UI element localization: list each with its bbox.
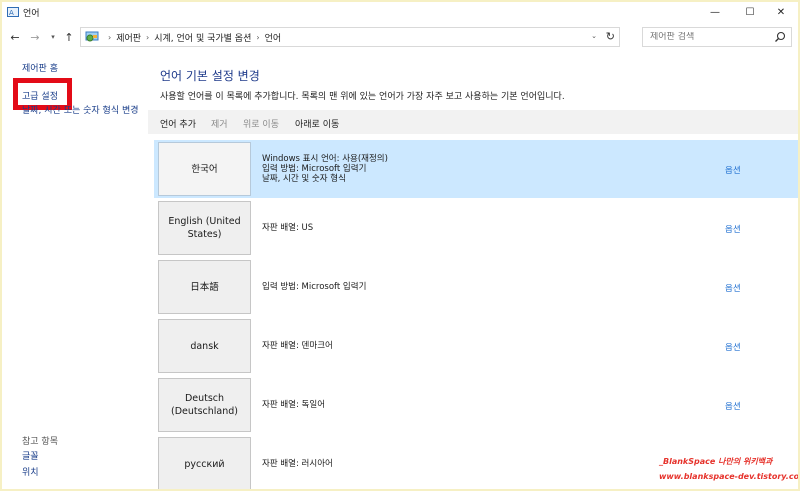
fonts-link[interactable]: 글꼴 bbox=[22, 449, 39, 462]
language-detail-line: 자판 배열: 러시아어 bbox=[262, 459, 333, 469]
language-tile[interactable]: 日本語 bbox=[158, 260, 251, 314]
language-detail-line: 자판 배열: 덴마크어 bbox=[262, 341, 333, 351]
main-pane: 언어 기본 설정 변경 사용할 언어를 이 목록에 추가합니다. 목록의 맨 위… bbox=[148, 52, 798, 489]
breadcrumb-language[interactable]: 언어 bbox=[265, 31, 282, 44]
language-list: 한국어 Windows 표시 언어: 사용(재정의) 입력 방법: Micros… bbox=[148, 138, 798, 489]
close-button[interactable]: ✕ bbox=[764, 2, 798, 22]
language-tile[interactable]: English (United States) bbox=[158, 201, 251, 255]
language-app-icon: A bbox=[7, 7, 19, 17]
navigation-bar: ← → ▾ ↑ › 제어판 › 시계, 언어 및 국가별 옵션 › 언어 ⌄ ↻ bbox=[2, 26, 798, 48]
language-options-link[interactable]: 옵션 bbox=[725, 164, 741, 176]
language-row-german[interactable]: Deutsch (Deutschland) 자판 배열: 독일어 옵션 bbox=[154, 376, 798, 434]
up-level-button[interactable]: ↑ bbox=[62, 29, 76, 45]
language-options-link[interactable]: 옵션 bbox=[725, 400, 741, 412]
language-details: 자판 배열: 독일어 bbox=[262, 400, 325, 410]
control-panel-icon bbox=[85, 31, 99, 42]
language-detail-line: Windows 표시 언어: 사용(재정의) bbox=[262, 154, 388, 164]
left-pane: 제어판 홈 고급 설정 날짜, 시간 또는 숫자 형식 변경 참고 항목 글꼴 … bbox=[2, 52, 148, 489]
minimize-button[interactable]: — bbox=[698, 2, 732, 22]
language-row-japanese[interactable]: 日本語 입력 방법: Microsoft 입력기 옵션 bbox=[154, 258, 798, 316]
breadcrumb-separator: › bbox=[256, 32, 260, 42]
breadcrumb-clock-language-region[interactable]: 시계, 언어 및 국가별 옵션 bbox=[154, 31, 251, 44]
language-row-danish[interactable]: dansk 자판 배열: 덴마크어 옵션 bbox=[154, 317, 798, 375]
move-down-button[interactable]: 아래로 이동 bbox=[295, 117, 339, 130]
location-link[interactable]: 위치 bbox=[22, 465, 39, 478]
search-box bbox=[642, 27, 792, 47]
breadcrumb-separator: › bbox=[146, 32, 150, 42]
language-detail-line: 입력 방법: Microsoft 입력기 bbox=[262, 282, 367, 292]
see-also-heading: 참고 항목 bbox=[22, 437, 58, 447]
language-detail-line: 날짜, 시간 및 숫자 형식 bbox=[262, 174, 346, 184]
forward-button[interactable]: → bbox=[28, 29, 42, 45]
language-details: 자판 배열: 덴마크어 bbox=[262, 341, 333, 351]
language-tile[interactable]: 한국어 bbox=[158, 142, 251, 196]
control-panel-home-link[interactable]: 제어판 홈 bbox=[22, 61, 58, 74]
address-bar[interactable]: › 제어판 › 시계, 언어 및 국가별 옵션 › 언어 ⌄ ↻ bbox=[80, 27, 620, 47]
language-tile[interactable]: Deutsch (Deutschland) bbox=[158, 378, 251, 432]
language-options-link[interactable]: 옵션 bbox=[725, 341, 741, 353]
breadcrumb-control-panel[interactable]: 제어판 bbox=[116, 31, 141, 44]
language-detail-line: 입력 방법: Microsoft 입력기 bbox=[262, 164, 367, 174]
recent-locations-dropdown[interactable]: ▾ bbox=[46, 29, 60, 45]
language-details: 자판 배열: US bbox=[262, 223, 313, 233]
language-row-korean[interactable]: 한국어 Windows 표시 언어: 사용(재정의) 입력 방법: Micros… bbox=[154, 140, 798, 198]
search-icon[interactable] bbox=[774, 31, 786, 43]
maximize-button[interactable]: ☐ bbox=[733, 2, 767, 22]
language-detail-line: 자판 배열: US bbox=[262, 223, 314, 233]
language-details: 입력 방법: Microsoft 입력기 bbox=[262, 282, 366, 292]
page-description: 사용할 언어를 이 목록에 추가합니다. 목록의 맨 위에 있는 언어가 가장 … bbox=[160, 92, 565, 102]
language-details: 자판 배열: 러시아어 bbox=[262, 459, 333, 469]
watermark-title: _BlankSpace 나만의 위키백과 bbox=[659, 457, 773, 466]
back-button[interactable]: ← bbox=[8, 29, 22, 45]
refresh-button[interactable]: ↻ bbox=[606, 30, 615, 43]
language-detail-line: 자판 배열: 독일어 bbox=[262, 400, 326, 410]
language-tile[interactable]: русский bbox=[158, 437, 251, 489]
add-language-button[interactable]: 언어 추가 bbox=[160, 117, 196, 130]
address-history-dropdown[interactable]: ⌄ bbox=[591, 32, 597, 40]
page-title: 언어 기본 설정 변경 bbox=[160, 69, 260, 83]
advanced-settings-link[interactable]: 고급 설정 bbox=[22, 89, 58, 102]
svg-text:A: A bbox=[9, 9, 14, 17]
watermark-url: www.blankspace-dev.tistory.com bbox=[659, 472, 798, 481]
language-tile[interactable]: dansk bbox=[158, 319, 251, 373]
language-toolbar: 언어 추가 제거 위로 이동 아래로 이동 bbox=[148, 110, 798, 134]
remove-language-button[interactable]: 제거 bbox=[211, 117, 228, 130]
control-panel-window: A 언어 — ☐ ✕ ← → ▾ ↑ › 제어판 › 시계, 언어 및 국가별 … bbox=[2, 2, 798, 489]
date-time-format-link[interactable]: 날짜, 시간 또는 숫자 형식 변경 bbox=[22, 106, 144, 116]
language-row-english[interactable]: English (United States) 자판 배열: US 옵션 bbox=[154, 199, 798, 257]
move-up-button[interactable]: 위로 이동 bbox=[243, 117, 279, 130]
window-title: 언어 bbox=[23, 9, 40, 19]
title-bar: A 언어 — ☐ ✕ bbox=[2, 2, 798, 22]
breadcrumb-separator: › bbox=[108, 32, 112, 42]
language-options-link[interactable]: 옵션 bbox=[725, 282, 741, 294]
search-input[interactable] bbox=[650, 32, 770, 42]
language-details: Windows 표시 언어: 사용(재정의) 입력 방법: Microsoft … bbox=[262, 154, 388, 184]
language-options-link[interactable]: 옵션 bbox=[725, 223, 741, 235]
